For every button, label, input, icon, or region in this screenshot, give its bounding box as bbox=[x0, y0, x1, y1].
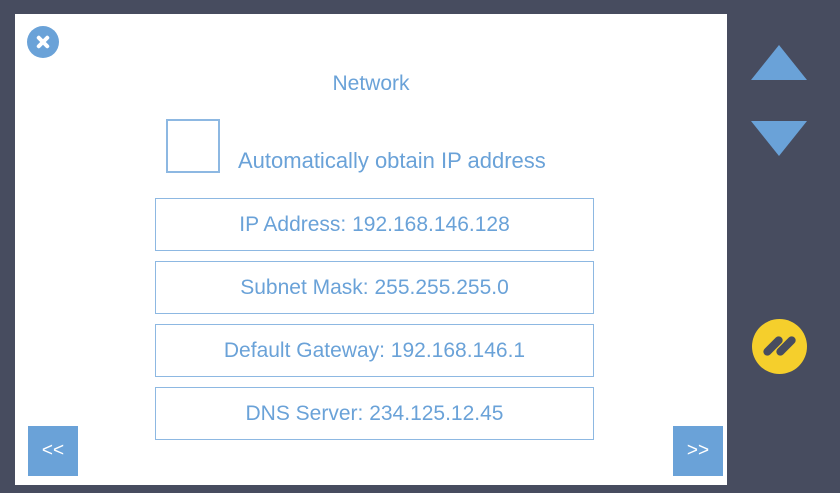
close-icon[interactable] bbox=[27, 26, 59, 58]
dns-server-field[interactable]: DNS Server: 234.125.12.45 bbox=[155, 387, 594, 440]
default-gateway-field[interactable]: Default Gateway: 192.168.146.1 bbox=[155, 324, 594, 377]
ip-address-field[interactable]: IP Address: 192.168.146.128 bbox=[155, 198, 594, 251]
network-dialog: Network Automatically obtain IP address … bbox=[15, 14, 727, 485]
subnet-mask-field[interactable]: Subnet Mask: 255.255.255.0 bbox=[155, 261, 594, 314]
edit-icon[interactable] bbox=[752, 319, 807, 374]
auto-ip-label: Automatically obtain IP address bbox=[238, 148, 546, 173]
dialog-title: Network bbox=[332, 72, 410, 95]
triangle-down-icon[interactable] bbox=[751, 121, 807, 156]
prev-button[interactable]: << bbox=[28, 426, 78, 476]
next-button[interactable]: >> bbox=[673, 426, 723, 476]
auto-ip-checkbox[interactable] bbox=[166, 119, 220, 173]
triangle-up-icon[interactable] bbox=[751, 45, 807, 80]
